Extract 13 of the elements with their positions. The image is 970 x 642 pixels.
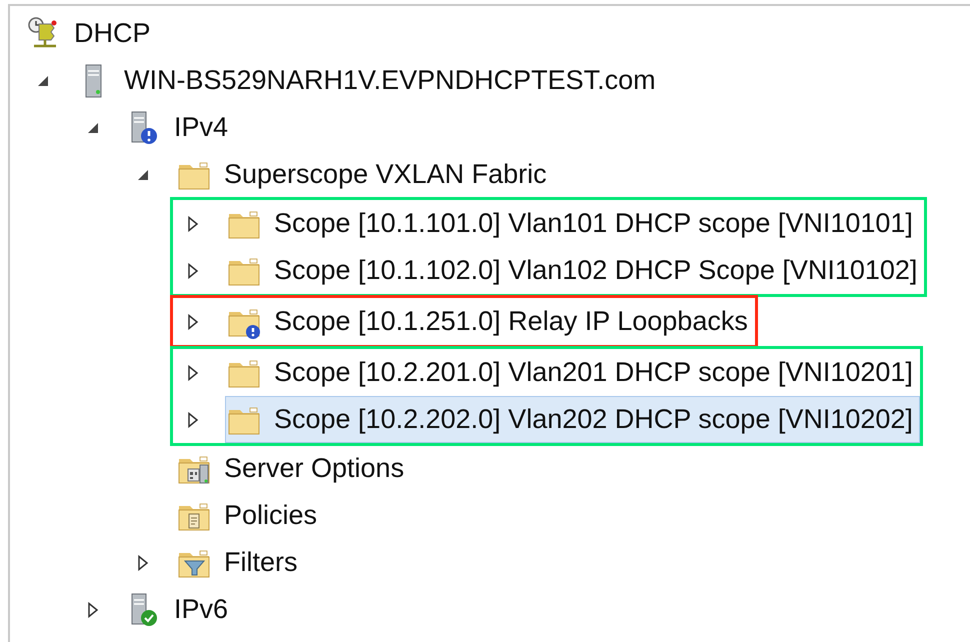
tree-item[interactable]: Filters bbox=[175, 539, 304, 586]
tree-item[interactable]: Scope [10.2.202.0] Vlan202 DHCP scope [VNI10202] bbox=[225, 396, 920, 443]
tree-item[interactable]: IPv6 bbox=[125, 586, 236, 633]
tree-item[interactable]: DHCP bbox=[25, 10, 158, 57]
tree-item[interactable]: WIN-BS529NARH1V.EVPNDHCPTEST.com bbox=[75, 57, 663, 104]
tree-item[interactable]: Scope [10.2.201.0] Vlan201 DHCP scope [VNI10201] bbox=[225, 349, 920, 396]
tree-item[interactable]: Superscope VXLAN Fabric bbox=[175, 151, 554, 198]
tree-item[interactable]: Scope [10.1.102.0] Vlan102 DHCP Scope [VNI10102] bbox=[225, 247, 924, 294]
tree-item[interactable]: Server Options bbox=[175, 445, 412, 492]
tree-item[interactable]: Scope [10.1.251.0] Relay IP Loopbacks bbox=[225, 298, 755, 345]
tree-item[interactable]: Scope [10.1.101.0] Vlan101 DHCP scope [VNI10101] bbox=[225, 200, 920, 247]
tree-item[interactable]: IPv4 bbox=[125, 104, 236, 151]
tree-item[interactable]: Policies bbox=[175, 492, 324, 539]
